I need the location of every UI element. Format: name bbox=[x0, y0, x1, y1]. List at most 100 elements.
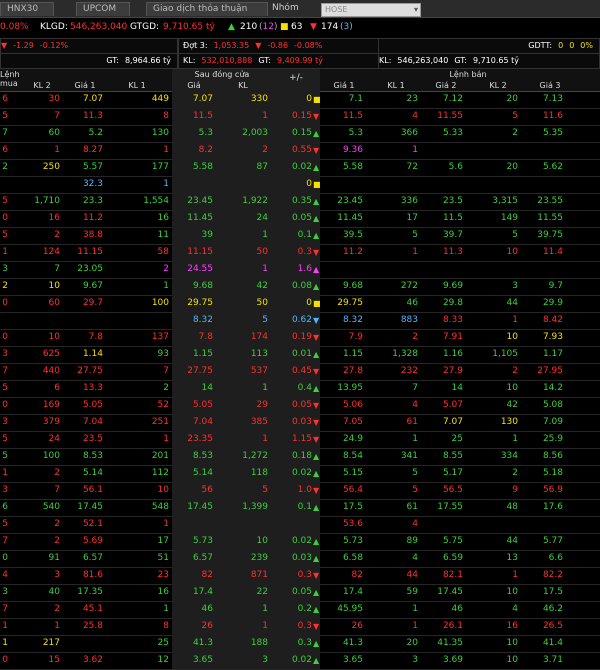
cell-sell-gia1: 17.5 bbox=[342, 502, 363, 512]
table-row[interactable]: 1 2 5.14 112 5.14 118 0.02 ▲ 5.15 5 5.17 2 5.18 bbox=[0, 465, 600, 483]
cell-close-kl: 1 bbox=[262, 383, 268, 393]
tab-giao-dich-thoa-thuan[interactable]: Giao dịch thỏa thuận bbox=[146, 2, 268, 16]
cell-close-kl bbox=[214, 176, 268, 193]
table-row[interactable]: 7 2 5.69 17 5.73 10 0.02 ▲ 5.73 89 5.75 44 5.77 bbox=[0, 533, 600, 551]
cell-buy-kl2: 10 bbox=[48, 281, 60, 291]
cell-buy-kl1: 1 bbox=[163, 434, 169, 444]
gdtt-value-3: 0% bbox=[580, 41, 593, 50]
cell-ref-col: 1 bbox=[2, 621, 8, 631]
cell-change: 0 bbox=[306, 298, 312, 308]
cell-close-gia: 29.75 bbox=[187, 298, 213, 308]
cell-sell-gia1: 3.65 bbox=[342, 655, 363, 665]
table-row[interactable]: 0 169 5.05 52 5.05 29 0.05 ▼ 5.06 4 5.07 42 5.08 bbox=[0, 397, 600, 415]
table-row[interactable]: 2 10 9.67 1 9.68 42 0.08 ▲ 9.68 272 9.69 3 9.7 bbox=[0, 278, 600, 296]
table-row[interactable]: 3 379 7.04 251 7.04 385 0.03 ▼ 7.05 61 7.07 130 7.09 bbox=[0, 414, 600, 432]
cell-buy-kl1: 2 bbox=[163, 383, 169, 393]
cell-close-kl: 537 bbox=[250, 366, 268, 376]
index-2-gt: 9,409.99 tỷ bbox=[276, 56, 323, 65]
index-box-1: ▼ -1.29 -0.12% bbox=[0, 38, 178, 54]
cell-sell-kl1: 1 bbox=[412, 434, 418, 444]
table-row[interactable]: 5 7 11.3 8 11.5 1 0.15 ▼ 11.5 4 11.55 5 11.6 bbox=[0, 108, 600, 126]
cell-sell-gia2: 25 bbox=[451, 434, 463, 444]
table-row[interactable]: 0 15 3.62 12 3.65 3 0.02 ▲ 3.65 3 3.69 10 3.71 bbox=[0, 652, 600, 670]
cell-close-gia: 7.8 bbox=[198, 332, 213, 342]
table-row[interactable]: 32.3 1 0 ■ bbox=[0, 176, 600, 194]
cell-sell-kl2: 149 bbox=[500, 213, 518, 223]
table-row[interactable]: 6 30 7.07 449 7.07 330 0 ■ 7.1 23 7.12 20 7.13 bbox=[0, 91, 600, 109]
table-row[interactable]: 1 124 11.15 58 11.15 50 0.3 ▼ 11.2 1 11.3 10 11.4 bbox=[0, 244, 600, 262]
table-row[interactable]: 7 440 27.75 7 27.75 537 0.45 ▼ 27.8 232 27.9 2 27.95 bbox=[0, 363, 600, 381]
cell-ref-col: 1 bbox=[2, 468, 8, 478]
cell-ref-col: 5 bbox=[2, 434, 8, 444]
table-row[interactable]: 7 2 45.1 1 46 1 0.2 ▲ 45.95 1 46 4 46.2 bbox=[0, 601, 600, 619]
cell-buy-kl2: 24 bbox=[48, 434, 60, 444]
tab-hnx30[interactable]: HNX30 bbox=[0, 2, 54, 16]
cell-buy-kl1: 23 bbox=[157, 570, 169, 580]
cell-buy-gia1: 27.75 bbox=[77, 366, 103, 376]
tab-upcom[interactable]: UPCOM bbox=[76, 2, 130, 16]
table-row[interactable]: 8.32 5 0.62 ▼ 8.32 883 8.33 1 8.42 bbox=[0, 312, 600, 330]
table-row[interactable]: 5 2 52.1 1 53.6 4 bbox=[0, 516, 600, 534]
table-row[interactable]: 4 3 81.6 23 82 871 0.3 ▼ 82 44 82.1 1 82.2 bbox=[0, 567, 600, 585]
cell-buy-kl2: 2 bbox=[54, 519, 60, 529]
table-row[interactable]: 3 40 17.35 16 17.4 22 0.05 ▲ 17.4 59 17.45 10 17.5 bbox=[0, 584, 600, 602]
cell-close-kl: 2 bbox=[262, 145, 268, 155]
cell-buy-kl1: 1 bbox=[163, 519, 169, 529]
cell-sell-kl2: 2 bbox=[512, 468, 518, 478]
cell-close-gia: 46 bbox=[201, 604, 213, 614]
index-pct: 0.08% bbox=[0, 22, 29, 32]
table-row[interactable]: 2 250 5.57 177 5.58 87 0.02 ▲ 5.58 72 5.6 20 5.62 bbox=[0, 159, 600, 177]
table-row[interactable]: 0 10 7.8 137 7.8 174 0.19 ▼ 7.9 2 7.91 10 7.93 bbox=[0, 329, 600, 347]
table-row[interactable]: 5 6 13.3 2 14 1 0.4 ▲ 13.95 7 14 10 14.2 bbox=[0, 380, 600, 398]
table-row[interactable]: 3 7 56.1 10 56 5 1.0 ▼ 56.4 5 56.5 9 56.9 bbox=[0, 482, 600, 500]
cell-change: 0.03 bbox=[291, 417, 312, 427]
cell-close-gia: 7.07 bbox=[192, 94, 213, 104]
table-row[interactable]: 5 1,710 23.3 1,554 23.45 1,922 0.35 ▲ 23.45 336 23… bbox=[0, 193, 600, 211]
cell-change bbox=[272, 516, 312, 533]
table-row[interactable]: 0 91 6.57 51 6.57 239 0.03 ▲ 6.58 4 6.59 13 6.6 bbox=[0, 550, 600, 568]
cell-sell-gia1: 27.8 bbox=[342, 366, 363, 376]
table-row[interactable]: 6 540 17.45 548 17.45 1,399 0.1 ▲ 17.5 61 17.55 48 1… bbox=[0, 499, 600, 517]
table-row[interactable]: 5 100 8.53 201 8.53 1,272 0.18 ▲ 8.54 341 8.55 334 8… bbox=[0, 448, 600, 466]
cell-sell-kl2: 2 bbox=[512, 366, 518, 376]
exchange-select[interactable]: HOSE ▾ bbox=[321, 3, 421, 17]
cell-sell-gia1: 9.68 bbox=[342, 281, 363, 291]
cell-buy-gia1: 11.2 bbox=[82, 213, 103, 223]
table-row[interactable]: 1 1 25.8 8 26 1 0.3 ▼ 26 1 26.1 16 26.5 bbox=[0, 618, 600, 636]
cell-sell-gia3: 56.9 bbox=[542, 485, 563, 495]
table-row[interactable]: 3 625 1.14 93 1.15 113 0.01 ▲ 1.15 1,328 1.16 1,105… bbox=[0, 346, 600, 364]
cell-sell-gia2: 29.8 bbox=[442, 298, 463, 308]
cell-sell-gia3: 6.6 bbox=[548, 553, 563, 563]
gtgd-label: GTGD: bbox=[130, 22, 160, 32]
cell-sell-kl2: 10 bbox=[506, 587, 518, 597]
cell-sell-gia3: 46.2 bbox=[542, 604, 563, 614]
index-box-3: GDTT: 0 0 0% bbox=[378, 38, 600, 54]
cell-sell-gia2: 1.16 bbox=[442, 349, 463, 359]
cell-sell-gia3: 7.09 bbox=[542, 417, 563, 427]
cell-sell-gia3: 14.2 bbox=[542, 383, 563, 393]
table-row[interactable]: 7 60 5.2 130 5.3 2,003 0.15 ▲ 5.3 366 5.33 2 5.35 bbox=[0, 125, 600, 143]
table-row[interactable]: 3 7 23.05 2 24.55 1 1.6 ▲ bbox=[0, 261, 600, 279]
cell-sell-gia1: 8.32 bbox=[342, 315, 363, 325]
table-row[interactable]: 0 16 11.2 16 11.45 24 0.05 ▲ 11.45 17 11.5 149 11.55 bbox=[0, 210, 600, 228]
cell-change: 1.6 bbox=[297, 264, 312, 274]
table-row[interactable]: 5 24 23.5 1 23.35 1 1.15 ▼ 24.9 1 25 1 25.9 bbox=[0, 431, 600, 449]
cell-change: 0.08 bbox=[291, 281, 312, 291]
cell-buy-kl1: 201 bbox=[151, 451, 169, 461]
cell-sell-gia3: 3.71 bbox=[542, 655, 563, 665]
market-summary: 0.08% KLGD: 546,263,040 GTGD: 9,710.65 t… bbox=[0, 18, 600, 36]
cell-close-kl: 24 bbox=[256, 213, 268, 223]
table-row[interactable]: 5 2 38.8 11 39 1 0.1 ▲ 39.5 5 39.7 5 39.75 bbox=[0, 227, 600, 245]
cell-buy-kl2: 60 bbox=[48, 128, 60, 138]
cell-close-gia: 11.5 bbox=[192, 111, 213, 121]
cell-sell-gia3 bbox=[521, 176, 563, 193]
table-row[interactable]: 1 217 25 41.3 188 0.3 ▲ 41.3 20 41.35 10 41.4 bbox=[0, 635, 600, 653]
cell-close-gia: 9.68 bbox=[192, 281, 213, 291]
cell-sell-gia3: 8.56 bbox=[542, 451, 563, 461]
cell-close-gia: 5.05 bbox=[192, 400, 213, 410]
table-row[interactable]: 0 60 29.7 100 29.75 50 0 ■ 29.75 46 29.8 44 29.9 bbox=[0, 295, 600, 313]
table-row[interactable]: 6 1 8.27 1 8.2 2 0.55 ▼ 9.36 1 bbox=[0, 142, 600, 160]
cell-buy-kl1: 8 bbox=[163, 621, 169, 631]
index-box-2-volume: KL: 532,010,888 GT: 9,409.99 tỷ bbox=[178, 53, 380, 69]
cell-sell-gia3 bbox=[521, 516, 563, 533]
